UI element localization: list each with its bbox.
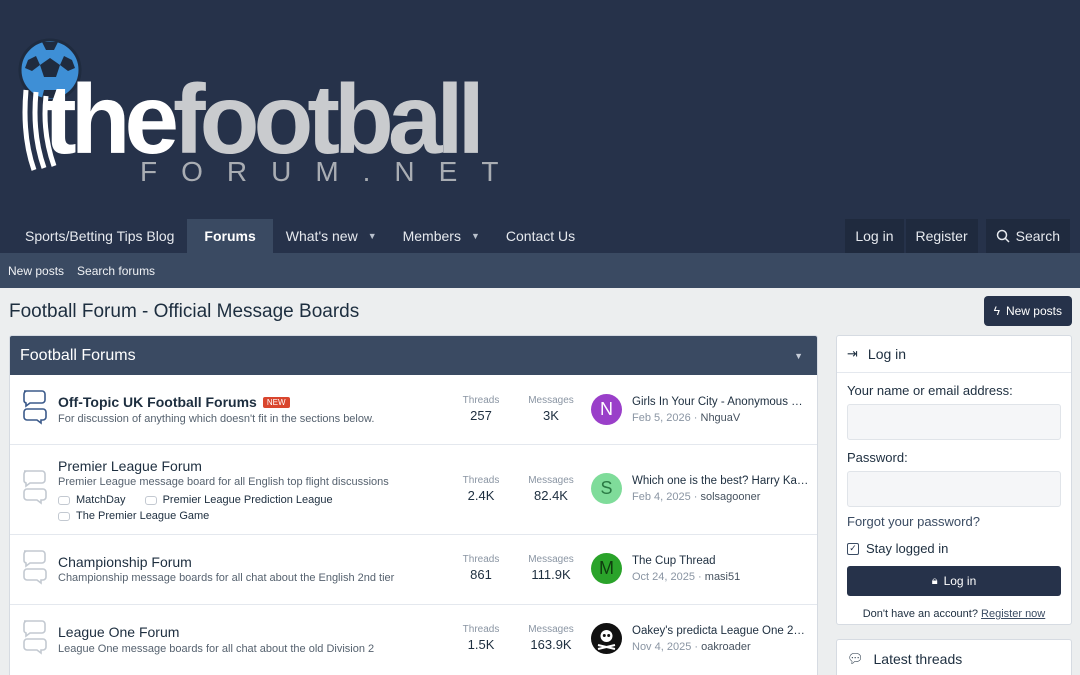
forum-title[interactable]: Off-Topic UK Football Forums NEW: [58, 394, 290, 410]
page-title: Football Forum - Official Message Boards: [9, 301, 360, 322]
forum-node: Premier League Forum Premier League mess…: [10, 445, 817, 535]
subforum-link[interactable]: Premier League Prediction League: [144, 494, 333, 506]
last-post-user[interactable]: oakroader: [701, 641, 751, 653]
chat-bubble-icon: [144, 495, 157, 505]
forum-node: Off-Topic UK Football Forums NEW For disc…: [10, 375, 817, 445]
search-icon: [996, 229, 1010, 243]
subforum-link[interactable]: The Premier League Game: [58, 510, 209, 522]
skull-crossbones-icon: [591, 623, 622, 654]
avatar[interactable]: M: [591, 553, 622, 584]
forum-title[interactable]: League One Forum: [58, 624, 179, 640]
login-widget: ⇥ Log in Your name or email address: Pass…: [836, 335, 1072, 625]
messages-stat: Messages 111.9K: [528, 554, 574, 582]
latest-threads-widget: 💬︎ Latest threads: [836, 639, 1072, 675]
chat-bubbles-icon[interactable]: [21, 387, 49, 425]
chat-bubbles-icon[interactable]: [21, 467, 49, 505]
last-post-title[interactable]: The Cup Thread: [632, 555, 810, 567]
site-header: thefootball FORUM.NET: [0, 0, 1080, 219]
forum-title[interactable]: Premier League Forum: [58, 458, 202, 474]
last-post-meta: Feb 4, 2025 · solsagooner: [632, 491, 761, 503]
avatar[interactable]: S: [591, 473, 622, 504]
threads-stat: Threads 257: [462, 395, 500, 423]
logo-wordmark: thefootball: [44, 64, 485, 174]
forum-description: League One message boards for all chat a…: [58, 643, 375, 655]
nav-search[interactable]: Search: [985, 219, 1070, 253]
subforum-list: MatchDay Premier League Prediction Leagu…: [58, 494, 349, 508]
threads-stat: Threads 1.5K: [462, 624, 500, 652]
subnav-search-forums[interactable]: Search forums: [77, 264, 155, 278]
sign-in-icon: ⇥: [847, 346, 858, 361]
last-post-title[interactable]: Girls In Your City - Anonymous Sex Datin…: [632, 396, 810, 408]
nav-members[interactable]: Members ▼: [390, 219, 493, 253]
subforum-list: The Premier League Game: [58, 510, 225, 524]
site-logo[interactable]: thefootball FORUM.NET: [18, 38, 558, 188]
register-now-link[interactable]: Register now: [981, 608, 1045, 620]
bolt-icon: ϟ: [993, 304, 1000, 318]
username-label: Your name or email address:: [847, 383, 1013, 398]
chat-icon: 💬︎: [847, 650, 864, 666]
register-prompt: Don't have an account? Register now: [862, 608, 1046, 620]
username-input[interactable]: [847, 404, 1061, 440]
chat-bubble-icon: [58, 495, 70, 505]
avatar[interactable]: [591, 623, 622, 654]
chevron-down-icon[interactable]: ▼: [368, 231, 377, 241]
forum-description: Championship message boards for all chat…: [58, 572, 395, 584]
main-nav: Sports/Betting Tips Blog Forums What's n…: [0, 219, 1080, 253]
forum-list: Football Forums ▼ Off-Topic UK Football …: [9, 335, 818, 675]
forgot-password-link[interactable]: Forgot your password?: [847, 514, 1071, 529]
nav-login[interactable]: Log in: [845, 219, 904, 253]
forum-description: For discussion of anything which doesn't…: [58, 413, 375, 425]
login-button[interactable]: 🔒︎ Log in: [847, 566, 1061, 596]
nav-blog[interactable]: Sports/Betting Tips Blog: [0, 219, 187, 253]
forum-description: Premier League message board for all Eng…: [58, 476, 389, 488]
logo-subtitle: FORUM.NET: [140, 156, 523, 187]
avatar[interactable]: N: [591, 394, 622, 425]
nav-register[interactable]: Register: [905, 219, 978, 253]
nav-whats-new[interactable]: What's new ▼: [273, 219, 390, 253]
login-widget-header: ⇥ Log in: [837, 336, 1071, 373]
threads-stat: Threads 861: [462, 554, 500, 582]
sub-nav: New posts Search forums: [0, 253, 1080, 288]
threads-stat: Threads 2.4K: [462, 475, 500, 503]
password-input[interactable]: [847, 471, 1061, 507]
chat-bubble-icon: [58, 511, 70, 521]
forum-node: Championship Forum Championship message …: [10, 535, 817, 605]
latest-threads-header: 💬︎ Latest threads: [847, 650, 963, 667]
nav-forums[interactable]: Forums: [187, 219, 273, 253]
chat-bubbles-icon[interactable]: [21, 617, 49, 655]
last-post-meta: Feb 5, 2026 · NhguaV: [632, 412, 741, 424]
subnav-new-posts[interactable]: New posts: [8, 264, 64, 278]
new-posts-button[interactable]: ϟ New posts: [983, 296, 1072, 326]
collapse-icon[interactable]: ▼: [794, 351, 803, 361]
chevron-down-icon[interactable]: ▼: [471, 231, 480, 241]
messages-stat: Messages 163.9K: [528, 624, 574, 652]
nav-contact[interactable]: Contact Us: [493, 219, 588, 253]
last-post-meta: Nov 4, 2025 · oakroader: [632, 641, 751, 653]
lock-icon: 🔒︎: [931, 574, 938, 587]
last-post-title[interactable]: Which one is the best? Harry Kane or Erl…: [632, 475, 810, 487]
last-post-title[interactable]: Oakey's predicta League One 2025/26: [632, 625, 810, 637]
last-post-meta: Oct 24, 2025 · masi51: [632, 571, 741, 583]
forum-category-header[interactable]: Football Forums ▼: [10, 336, 817, 375]
forum-node: League One Forum League One message boar…: [10, 605, 817, 675]
messages-stat: Messages 3K: [528, 395, 574, 423]
password-label: Password:: [847, 450, 908, 465]
subforum-link[interactable]: MatchDay: [58, 494, 126, 506]
last-post-user[interactable]: masi51: [705, 571, 740, 583]
new-badge: NEW: [262, 397, 290, 408]
last-post-user[interactable]: solsagooner: [701, 491, 761, 503]
last-post-user[interactable]: NhguaV: [701, 412, 741, 424]
chat-bubbles-icon[interactable]: [21, 547, 49, 585]
checkbox-checked-icon[interactable]: ✓: [847, 542, 859, 555]
stay-logged-in-toggle[interactable]: ✓ Stay logged in: [847, 541, 1071, 556]
messages-stat: Messages 82.4K: [528, 475, 574, 503]
forum-title[interactable]: Championship Forum: [58, 554, 192, 570]
